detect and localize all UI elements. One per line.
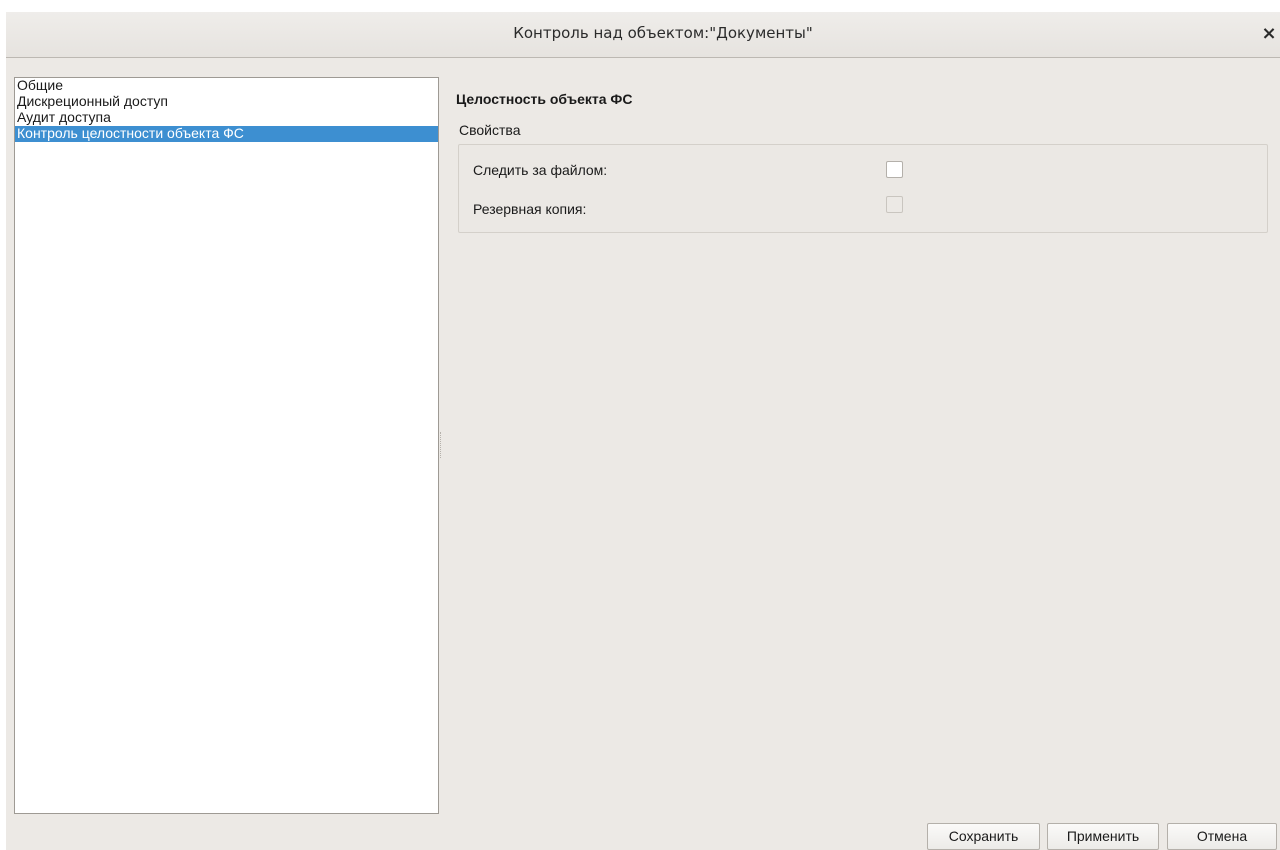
properties-group: Следить за файлом: Резервная копия: — [458, 144, 1268, 233]
track-file-checkbox[interactable] — [886, 161, 903, 178]
backup-copy-checkbox[interactable] — [886, 196, 903, 213]
apply-button[interactable]: Применить — [1047, 823, 1159, 850]
properties-group-label: Свойства — [459, 122, 521, 138]
window-title: Контроль над объектом:"Документы" — [513, 24, 813, 42]
nav-item-discretionary-access[interactable]: Дискреционный доступ — [15, 94, 438, 110]
splitter-handle[interactable] — [440, 432, 442, 458]
category-list[interactable]: Общие Дискреционный доступ Аудит доступа… — [14, 77, 439, 814]
close-icon[interactable]: × — [1260, 24, 1278, 44]
dialog-window: Контроль над объектом:"Документы" × Общи… — [6, 12, 1280, 850]
title-bar[interactable]: Контроль над объектом:"Документы" × — [6, 12, 1280, 58]
section-title: Целостность объекта ФС — [456, 91, 633, 107]
cancel-button[interactable]: Отмена — [1167, 823, 1277, 850]
nav-item-access-audit[interactable]: Аудит доступа — [15, 110, 438, 126]
nav-item-integrity-control[interactable]: Контроль целостности объекта ФС — [15, 126, 438, 142]
backup-copy-label: Резервная копия: — [473, 201, 587, 217]
track-file-label: Следить за файлом: — [473, 162, 608, 178]
nav-item-general[interactable]: Общие — [15, 78, 438, 94]
save-button[interactable]: Сохранить — [927, 823, 1040, 850]
